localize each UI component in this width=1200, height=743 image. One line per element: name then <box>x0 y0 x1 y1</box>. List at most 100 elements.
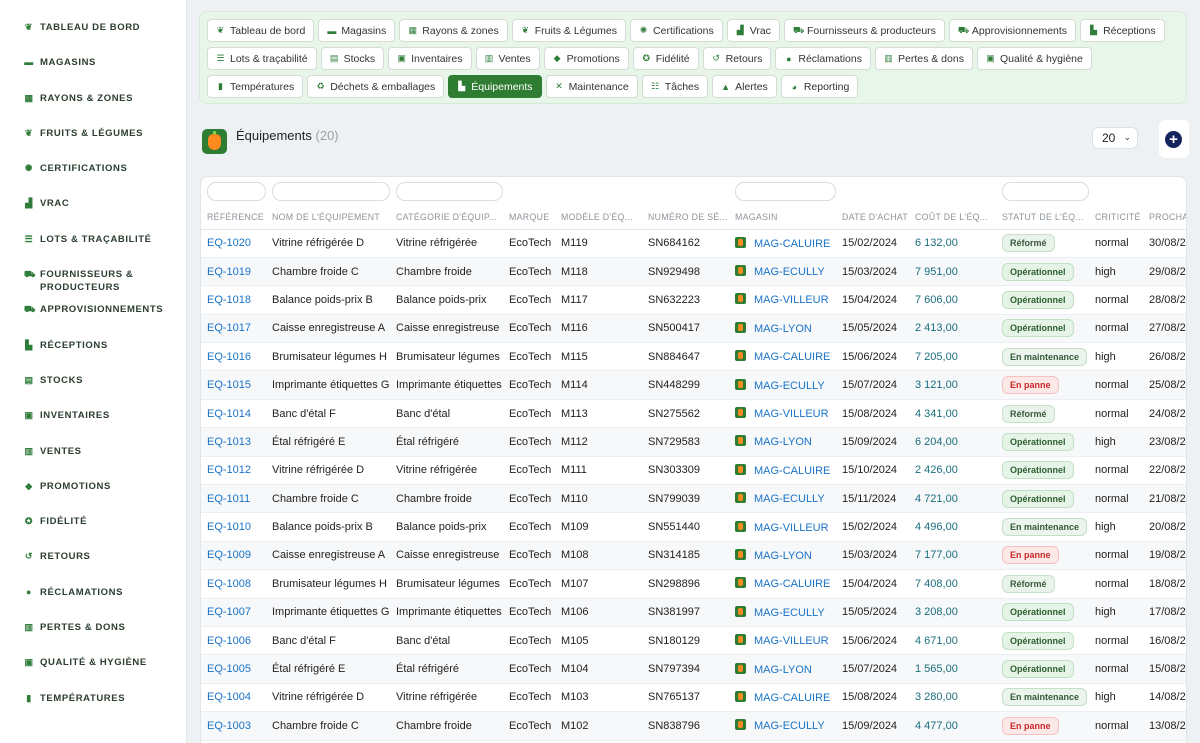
equipment-link[interactable]: EQ-1006 <box>207 635 251 647</box>
table-row[interactable]: EQ-1012 Vitrine réfrigérée D Vitrine réfri… <box>201 456 1186 486</box>
equipment-link[interactable]: EQ-1008 <box>207 578 251 590</box>
tab-fidelite[interactable]: ✪ Fidélité <box>632 47 699 70</box>
equipment-link[interactable]: EQ-1010 <box>207 521 251 533</box>
tab-promotions[interactable]: ◆ Promotions <box>543 47 629 70</box>
store-link[interactable]: MAG-LYON <box>754 550 812 562</box>
sidebar-item-approvisionnements[interactable]: ⛟ APPROVISIONNEMENTS <box>0 303 186 338</box>
tab-temperatures[interactable]: ▮ Températures <box>207 75 304 98</box>
sidebar-item-rayons-zones[interactable]: ▦ RAYONS & ZONES <box>0 92 186 127</box>
equipment-link[interactable]: EQ-1004 <box>207 691 251 703</box>
tab-tableau-de-bord[interactable]: ❦ Tableau de bord <box>207 19 315 42</box>
store-link[interactable]: MAG-CALUIRE <box>754 578 830 590</box>
sidebar-item-receptions[interactable]: ▙ RÉCEPTIONS <box>0 339 186 374</box>
store-link[interactable]: MAG-LYON <box>754 323 812 335</box>
equipment-link[interactable]: EQ-1013 <box>207 436 251 448</box>
table-row[interactable]: EQ-1015 Imprimante étiquettes G Imprimante… <box>201 370 1186 400</box>
tab-retours[interactable]: ↺ Retours <box>702 47 772 70</box>
sidebar-item-magasins[interactable]: ▬ MAGASINS <box>0 56 186 91</box>
tab-fruits-legumes[interactable]: ❦ Fruits & Légumes <box>511 19 627 42</box>
sidebar-item-lots-tracabilite[interactable]: ☰ LOTS & TRAÇABILITÉ <box>0 233 186 268</box>
sidebar-item-retours[interactable]: ↺ RETOURS <box>0 550 186 585</box>
add-equipment-button[interactable]: + <box>1159 120 1189 158</box>
sidebar-item-temperatures[interactable]: ▮ TEMPÉRATURES <box>0 692 186 727</box>
sidebar-item-fruits-legumes[interactable]: ❦ FRUITS & LÉGUMES <box>0 127 186 162</box>
store-link[interactable]: MAG-LYON <box>754 664 812 676</box>
store-link[interactable]: MAG-ECULLY <box>754 720 825 732</box>
tab-ventes[interactable]: ▥ Ventes <box>475 47 540 70</box>
column-header[interactable]: DATE D'ACHAT <box>836 205 909 230</box>
column-header[interactable]: MARQUE <box>503 205 555 230</box>
tab-magasins[interactable]: ▬ Magasins <box>318 19 396 42</box>
store-link[interactable]: MAG-VILLEUR <box>754 522 829 534</box>
store-link[interactable]: MAG-CALUIRE <box>754 351 830 363</box>
equipment-link[interactable]: EQ-1016 <box>207 351 251 363</box>
tab-rayons-zones[interactable]: ▦ Rayons & zones <box>399 19 508 42</box>
column-filter-input[interactable] <box>396 181 503 201</box>
table-row[interactable]: EQ-1017 Caisse enregistreuse A Caisse enre… <box>201 314 1186 344</box>
column-header[interactable]: CRITICITÉ <box>1089 205 1143 230</box>
table-row[interactable]: EQ-1008 Brumisateur légumes H Brumisateur … <box>201 569 1186 599</box>
table-row[interactable]: EQ-1019 Chambre froide C Chambre froide Eco… <box>201 257 1186 287</box>
equipment-link[interactable]: EQ-1014 <box>207 408 251 420</box>
table-row[interactable]: EQ-1014 Banc d'étal F Banc d'étal EcoTech M1… <box>201 399 1186 429</box>
equipment-link[interactable]: EQ-1017 <box>207 322 251 334</box>
equipment-link[interactable]: EQ-1005 <box>207 663 251 675</box>
sidebar-item-qualite-hygiene[interactable]: ▣ QUALITÉ & HYGIÈNE <box>0 656 186 691</box>
sidebar-item-promotions[interactable]: ◆ PROMOTIONS <box>0 480 186 515</box>
column-filter-input[interactable] <box>735 181 836 201</box>
sidebar-item-vrac[interactable]: ▟ VRAC <box>0 197 186 232</box>
table-row[interactable]: EQ-1018 Balance poids-prix B Balance poids… <box>201 285 1186 315</box>
sidebar-item-fidelite[interactable]: ✪ FIDÉLITÉ <box>0 515 186 550</box>
table-row[interactable]: EQ-1020 Vitrine réfrigérée D Vitrine réfri… <box>201 229 1186 258</box>
sidebar-item-ventes[interactable]: ▥ VENTES <box>0 445 186 480</box>
sidebar-item-tableau-de-bord[interactable]: ❦ TABLEAU DE BORD <box>0 21 186 56</box>
table-row[interactable]: EQ-1003 Chambre froide C Chambre froide Eco… <box>201 711 1186 741</box>
per-page-select[interactable]: 20 ⌄ <box>1092 127 1138 149</box>
sidebar-item-certifications[interactable]: ✺ CERTIFICATIONS <box>0 162 186 197</box>
equipment-link[interactable]: EQ-1009 <box>207 549 251 561</box>
store-link[interactable]: MAG-ECULLY <box>754 266 825 278</box>
column-header[interactable]: RÉFÉRENCE <box>201 205 266 230</box>
table-row[interactable]: EQ-1005 Étal réfrigéré E Étal réfrigéré Eco… <box>201 654 1186 684</box>
store-link[interactable]: MAG-ECULLY <box>754 493 825 505</box>
table-row[interactable]: EQ-1007 Imprimante étiquettes G Imprimante… <box>201 598 1186 627</box>
equipment-link[interactable]: EQ-1018 <box>207 294 251 306</box>
column-header[interactable]: MAGASIN <box>729 205 836 230</box>
tab-pertes-dons[interactable]: ▥ Pertes & dons <box>875 47 973 70</box>
column-header[interactable]: STATUT DE L'ÉQ... <box>996 205 1089 230</box>
tab-taches[interactable]: ☷ Tâches <box>641 75 709 98</box>
equipment-link[interactable]: EQ-1011 <box>207 493 250 505</box>
store-link[interactable]: MAG-ECULLY <box>754 607 825 619</box>
tab-equipements[interactable]: ▙ Équipements <box>448 75 542 98</box>
store-link[interactable]: MAG-VILLEUR <box>754 294 829 306</box>
column-header[interactable]: COÛT DE L'ÉQ... <box>909 205 996 230</box>
column-header[interactable]: NOM DE L'ÉQUIPEMENT <box>266 205 390 230</box>
equipment-link[interactable]: EQ-1020 <box>207 237 251 249</box>
tab-certifications[interactable]: ✺ Certifications <box>630 19 723 42</box>
tab-alertes[interactable]: ▲ Alertes <box>712 75 777 98</box>
tab-vrac[interactable]: ▟ Vrac <box>726 19 780 42</box>
table-row[interactable]: EQ-1011 Chambre froide C Chambre froide Eco… <box>201 484 1186 514</box>
sidebar-item-inventaires[interactable]: ▣ INVENTAIRES <box>0 409 186 444</box>
column-header[interactable]: PROCHA <box>1143 205 1186 230</box>
table-row[interactable]: EQ-1010 Balance poids-prix B Balance poids… <box>201 512 1186 542</box>
table-row[interactable]: EQ-1013 Étal réfrigéré E Étal réfrigéré Eco… <box>201 427 1186 457</box>
column-header[interactable]: MODÈLE D'ÉQ... <box>555 205 642 230</box>
tab-reclamations[interactable]: ● Réclamations <box>775 47 871 70</box>
store-link[interactable]: MAG-CALUIRE <box>754 692 830 704</box>
table-row[interactable]: EQ-1016 Brumisateur légumes H Brumisateur … <box>201 342 1186 372</box>
store-link[interactable]: MAG-ECULLY <box>754 380 825 392</box>
equipment-link[interactable]: EQ-1012 <box>207 464 251 476</box>
sidebar-item-reclamations[interactable]: ● RÉCLAMATIONS <box>0 586 186 621</box>
store-link[interactable]: MAG-LYON <box>754 436 812 448</box>
tab-qualite-hygiene[interactable]: ▣ Qualité & hygiène <box>976 47 1092 70</box>
column-header[interactable]: CATÉGORIE D'ÉQUIP... <box>390 205 503 230</box>
column-filter-input[interactable] <box>1002 181 1089 201</box>
equipment-link[interactable]: EQ-1003 <box>207 720 251 732</box>
table-row[interactable]: EQ-1006 Banc d'étal F Banc d'étal EcoTech M1… <box>201 626 1186 656</box>
tab-receptions[interactable]: ▙ Réceptions <box>1080 19 1165 42</box>
tab-fournisseurs-producteurs[interactable]: ⛟ Fournisseurs & producteurs <box>783 19 945 42</box>
tab-maintenance[interactable]: ✕ Maintenance <box>545 75 638 98</box>
equipment-link[interactable]: EQ-1007 <box>207 606 251 618</box>
store-link[interactable]: MAG-VILLEUR <box>754 408 829 420</box>
